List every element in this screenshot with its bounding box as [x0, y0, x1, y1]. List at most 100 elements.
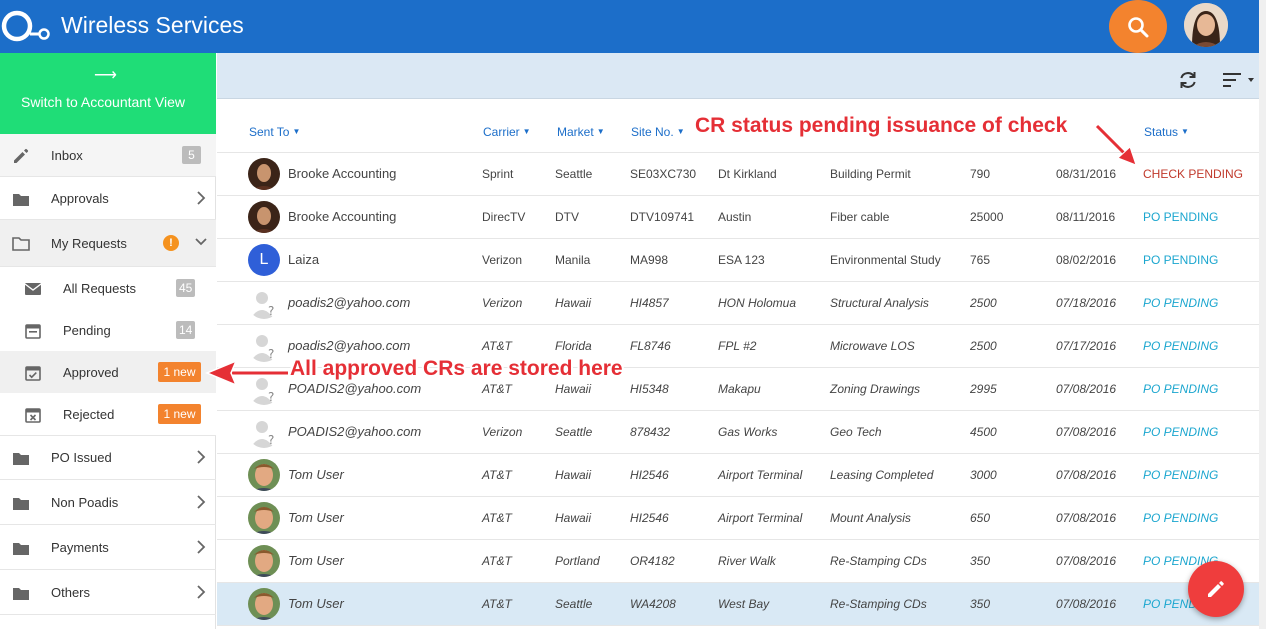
cell-amount: 2500 — [970, 296, 997, 310]
inbox-count-badge: 5 — [182, 146, 201, 164]
cell-carrier: AT&T — [482, 597, 512, 611]
cell-site-no: WA4208 — [630, 597, 676, 611]
sidebar-item-label: Approvals — [51, 190, 109, 206]
switch-to-accountant-view-button[interactable]: ⟶ Switch to Accountant View — [0, 53, 216, 134]
cell-date: 07/08/2016 — [1056, 468, 1117, 482]
cell-date: 08/11/2016 — [1056, 210, 1116, 224]
cell-amount: 350 — [970, 554, 991, 568]
table-row[interactable]: Tom User AT&T Portland OR4182 River Walk Re-S… — [217, 540, 1259, 583]
status-badge: PO PENDING — [1143, 468, 1219, 482]
table-row[interactable]: Tom User AT&T Seattle WA4208 West Bay Re-Stam… — [217, 583, 1259, 626]
cell-site-name: West Bay — [718, 597, 770, 611]
cell-sent-to: Tom User — [288, 467, 344, 482]
cell-site-no: HI5348 — [630, 382, 669, 396]
cell-date: 07/08/2016 — [1056, 597, 1117, 611]
cell-market: Hawaii — [555, 296, 592, 310]
cell-date: 07/08/2016 — [1056, 554, 1117, 568]
status-badge: PO PENDING — [1143, 511, 1219, 525]
app-window: { "header": {"title": "Wireless Services… — [0, 0, 1266, 629]
avatar — [248, 588, 280, 620]
table-row[interactable]: L Laiza Verizon Manila MA998 ESA 123 Environme… — [217, 239, 1259, 282]
cell-carrier: Verizon — [482, 253, 523, 267]
svg-text:?: ? — [268, 390, 274, 404]
sidebar-item-non-poadis[interactable]: Non Poadis — [0, 480, 216, 525]
sidebar-item-label: My Requests — [51, 235, 127, 251]
cell-market: Hawaii — [555, 511, 592, 525]
cell-site-name: ESA 123 — [718, 253, 765, 267]
column-header-carrier[interactable]: Carrier ▼ — [483, 125, 531, 139]
caret-down-icon: ▼ — [292, 127, 301, 136]
app-header: Wireless Services — [0, 0, 1259, 53]
chevron-right-icon — [197, 495, 206, 509]
folder-icon — [13, 498, 29, 510]
column-header-status[interactable]: Status ▼ — [1144, 125, 1189, 139]
status-annotation-text: CR status pending issuance of check — [695, 114, 1068, 137]
cell-date: 07/18/2016 — [1056, 296, 1117, 310]
cell-amount: 790 — [970, 167, 991, 181]
column-header-market[interactable]: Market ▼ — [557, 125, 605, 139]
sidebar-item-label: All Requests — [63, 280, 136, 296]
avatar: ? — [248, 287, 280, 319]
table-row[interactable]: ? poadis2@yahoo.com Verizon Hawaii HI4857 HON… — [217, 282, 1259, 325]
user-avatar[interactable] — [1184, 3, 1228, 47]
cell-service: Mount Analysis — [830, 511, 911, 525]
sidebar-item-label: Payments — [51, 539, 109, 555]
cell-site-no: HI2546 — [630, 468, 669, 482]
cell-site-no: HI2546 — [630, 511, 669, 525]
cell-sent-to: poadis2@yahoo.com — [288, 295, 411, 310]
status-badge: PO PENDING — [1143, 253, 1219, 267]
cell-site-name: Makapu — [718, 382, 761, 396]
sidebar-item-inbox[interactable]: Inbox 5 — [0, 134, 216, 177]
sidebar-item-approvals[interactable]: Approvals — [0, 177, 216, 220]
table-row[interactable]: Tom User AT&T Hawaii HI2546 Airport Terminal… — [217, 454, 1259, 497]
cell-carrier: AT&T — [482, 511, 512, 525]
cell-amount: 3000 — [970, 468, 997, 482]
svg-text:?: ? — [268, 433, 274, 447]
cell-site-no: HI4857 — [630, 296, 669, 310]
table-row[interactable]: Brooke Accounting DirecTV DTV DTV109741 Aust… — [217, 196, 1259, 239]
cell-carrier: Verizon — [482, 296, 523, 310]
cell-service: Re-Stamping CDs — [830, 554, 927, 568]
cell-carrier: AT&T — [482, 468, 512, 482]
cell-carrier: Sprint — [482, 167, 514, 181]
sidebar-item-label: Pending — [63, 322, 111, 338]
pending-count-badge: 14 — [176, 321, 196, 339]
cell-market: Seattle — [555, 167, 593, 181]
approved-annotation-text: All approved CRs are stored here — [290, 357, 623, 380]
cell-carrier: AT&T — [482, 382, 512, 396]
cell-date: 07/08/2016 — [1056, 382, 1117, 396]
status-badge: PO PENDING — [1143, 210, 1219, 224]
cell-service: Leasing Completed — [830, 468, 934, 482]
approved-new-badge: 1 new — [158, 362, 201, 382]
sidebar-item-payments[interactable]: Payments — [0, 525, 216, 570]
window-edge — [1259, 0, 1266, 629]
sidebar-item-label: Approved — [63, 364, 119, 380]
column-header-label: Market — [557, 125, 594, 139]
refresh-icon[interactable] — [1177, 69, 1199, 91]
sidebar-item-po-issued[interactable]: PO Issued — [0, 435, 216, 480]
cell-sent-to: Laiza — [288, 252, 320, 267]
table-row[interactable]: Tom User AT&T Hawaii HI2546 Airport Terminal… — [217, 497, 1259, 540]
sidebar-item-others[interactable]: Others — [0, 570, 216, 615]
calendar-remove-icon — [25, 408, 41, 423]
cell-carrier: DirecTV — [482, 210, 526, 224]
chevron-right-icon — [197, 450, 206, 464]
column-header-sent-to[interactable]: Sent To ▼ — [249, 125, 300, 139]
annotation-arrow-status — [1095, 124, 1137, 166]
sidebar-item-approved[interactable]: Approved 1 new — [0, 351, 216, 394]
column-header-site-no[interactable]: Site No. ▼ — [631, 125, 685, 139]
sidebar-item-all-requests[interactable]: All Requests 45 — [0, 267, 216, 310]
folder-icon — [13, 453, 29, 465]
sidebar-item-my-requests[interactable]: My Requests ! — [0, 220, 216, 267]
caret-down-icon: ▼ — [1181, 127, 1189, 136]
sort-menu-icon[interactable] — [1222, 71, 1256, 89]
table-row[interactable]: ? POADIS2@yahoo.com Verizon Seattle 878432 Ga… — [217, 411, 1259, 454]
folder-icon — [13, 543, 29, 555]
sidebar-item-pending[interactable]: Pending 14 — [0, 309, 216, 352]
cell-service: Microwave LOS — [830, 339, 915, 353]
chevron-right-icon — [197, 540, 206, 554]
compose-button[interactable] — [1188, 561, 1244, 617]
sidebar-item-rejected[interactable]: Rejected 1 new — [0, 393, 216, 436]
cell-site-name: Austin — [718, 210, 752, 224]
search-button[interactable] — [1109, 0, 1167, 53]
